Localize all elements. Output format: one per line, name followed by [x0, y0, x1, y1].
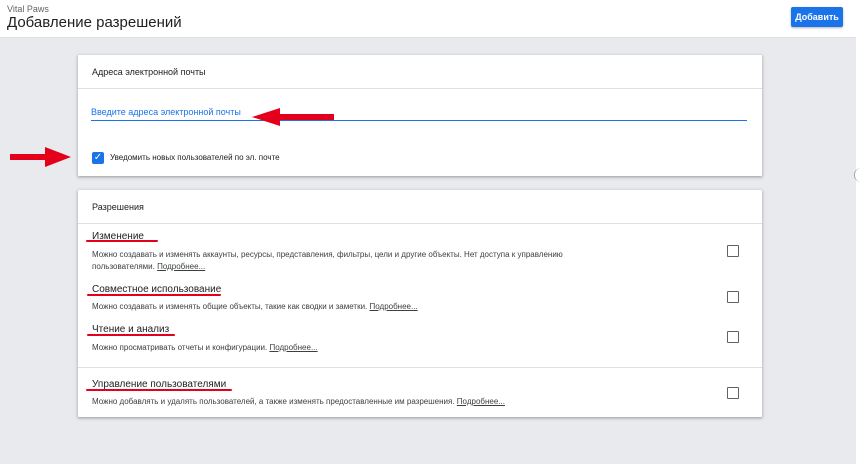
page-header: Vital Paws Добавление разрешений Добавит… [0, 0, 861, 38]
learn-more-link[interactable]: Подробнее... [370, 302, 418, 311]
permission-manage-users-checkbox[interactable] [727, 387, 739, 399]
page-scrollbar[interactable] [856, 37, 861, 464]
permissions-card-header: Разрешения [78, 190, 762, 224]
email-card-header: Адреса электронной почты [78, 55, 762, 89]
annotation-underline [87, 294, 221, 296]
permissions-section-title: Разрешения [92, 202, 144, 212]
permission-manage-users-description: Можно добавлять и удалять пользователей,… [92, 397, 505, 406]
permission-read-description: Можно просматривать отчеты и конфигураци… [92, 343, 318, 352]
annotation-underline [86, 389, 232, 391]
learn-more-link[interactable]: Подробнее... [457, 397, 505, 406]
email-input[interactable] [91, 104, 747, 121]
learn-more-link[interactable]: Подробнее... [157, 262, 205, 271]
permission-edit-checkbox[interactable] [727, 245, 739, 257]
email-section-title: Адреса электронной почты [92, 67, 206, 77]
learn-more-link[interactable]: Подробнее... [269, 343, 317, 352]
notify-label: Уведомить новых пользователей по эл. поч… [110, 153, 280, 162]
notify-checkbox[interactable]: ✓ [92, 152, 104, 164]
permission-read-checkbox[interactable] [727, 331, 739, 343]
permissions-divider [78, 367, 762, 368]
permission-collaborate-description: Можно создавать и изменять общие объекты… [92, 302, 418, 311]
page-title: Добавление разрешений [7, 14, 182, 31]
app-name: Vital Paws [7, 4, 49, 14]
email-card: Адреса электронной почты ✓ Уведомить нов… [78, 55, 762, 176]
annotation-underline [87, 334, 175, 336]
permission-collaborate-checkbox[interactable] [727, 291, 739, 303]
annotation-arrow-left-icon [252, 108, 334, 126]
add-button[interactable]: Добавить [791, 7, 843, 27]
permissions-card: Разрешения Изменение Можно создавать и и… [78, 190, 762, 417]
permission-edit-description: Можно создавать и изменять аккаунты, рес… [92, 250, 563, 271]
checkmark-icon: ✓ [93, 152, 103, 163]
annotation-underline [86, 240, 158, 242]
annotation-arrow-right-icon [10, 147, 71, 167]
scroll-handle[interactable] [854, 168, 861, 182]
